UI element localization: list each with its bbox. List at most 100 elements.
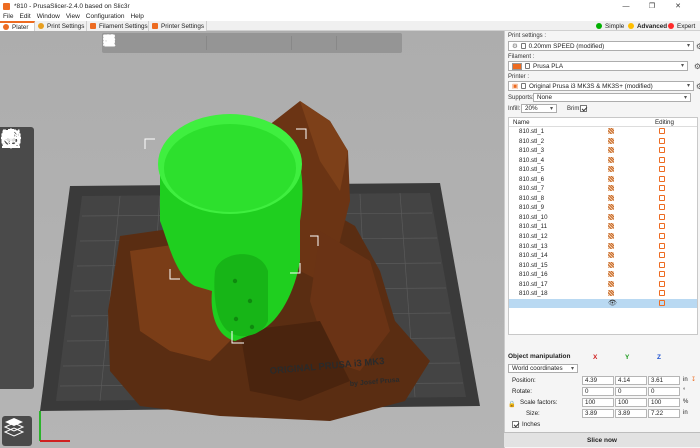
add-instance-icon[interactable] [103, 34, 227, 51]
edit-icon[interactable] [659, 233, 665, 240]
place-on-face-icon[interactable] [2, 130, 31, 254]
custom-settings-icon[interactable] [608, 261, 614, 268]
edit-icon[interactable] [659, 166, 665, 173]
scale-x-field[interactable]: 100 [582, 398, 614, 407]
copy-icon[interactable] [103, 34, 202, 51]
eye-icon[interactable]: 👁 [608, 299, 617, 307]
list-item[interactable]: 810.stl_14 [509, 251, 697, 261]
mode-advanced[interactable]: Advanced [628, 22, 667, 30]
custom-settings-icon[interactable] [608, 242, 614, 249]
size-x-field[interactable]: 3.89 [582, 409, 614, 418]
custom-settings-icon[interactable] [608, 175, 614, 182]
list-item[interactable]: 810.stl_18 [509, 289, 697, 299]
rotate-y-field[interactable]: 0 [615, 387, 647, 396]
lock-scale-icon[interactable]: 🔒 [508, 400, 516, 408]
printer-combo[interactable]: ▣ Original Prusa i3 MK3S & MK3S+ (modifi… [508, 81, 700, 91]
rotate-z-field[interactable]: 0 [648, 387, 680, 396]
edit-icon[interactable] [659, 137, 665, 144]
position-z-field[interactable]: 3.61 [648, 376, 680, 385]
size-z-field[interactable]: 7.22 [648, 409, 680, 418]
custom-settings-icon[interactable] [608, 185, 614, 192]
menu-view[interactable]: View [66, 13, 80, 20]
menu-configuration[interactable]: Configuration [86, 13, 125, 20]
list-item[interactable]: 810.stl_2 [509, 137, 697, 147]
minimize-button[interactable]: — [614, 0, 638, 12]
custom-settings-icon[interactable] [608, 194, 614, 201]
layer-editing-icon[interactable] [103, 35, 332, 51]
rotate-icon[interactable] [2, 129, 31, 222]
list-item[interactable]: 810.stl_3 [509, 146, 697, 156]
custom-settings-icon[interactable] [608, 233, 614, 240]
cut-icon[interactable] [1, 130, 31, 286]
settings-gear-icon[interactable]: ⚙ [694, 62, 700, 71]
custom-settings-icon[interactable] [608, 128, 614, 134]
edit-icon[interactable] [659, 128, 665, 134]
custom-settings-icon[interactable] [608, 290, 614, 297]
3d-viewport[interactable]: ORIGINAL PRUSA i3 MK3 by Josef Prusa [0, 31, 504, 448]
drop-to-bed-icon[interactable]: ↧ [691, 376, 696, 383]
edit-icon[interactable] [659, 185, 665, 192]
menu-window[interactable]: Window [37, 13, 60, 20]
settings-gear-icon[interactable]: ⚙ [696, 42, 700, 51]
menu-file[interactable]: File [3, 13, 13, 20]
list-item[interactable]: 810.stl_5 [509, 165, 697, 175]
redo-icon[interactable] [104, 35, 377, 51]
edit-icon[interactable] [659, 280, 665, 287]
list-item[interactable]: 810.stl_16 [509, 270, 697, 280]
settings-gear-icon[interactable]: ⚙ [696, 82, 700, 91]
custom-settings-icon[interactable] [608, 271, 614, 278]
edit-icon[interactable] [659, 223, 665, 230]
search-icon[interactable] [103, 34, 312, 51]
maximize-button[interactable]: ❐ [640, 0, 664, 12]
rotate-x-field[interactable]: 0 [582, 387, 614, 396]
custom-settings-icon[interactable] [608, 147, 614, 154]
delete-all-icon[interactable] [104, 35, 162, 51]
edit-icon[interactable] [659, 299, 665, 306]
edit-icon[interactable] [659, 290, 665, 297]
scale-icon[interactable] [2, 129, 31, 190]
tab-filament-settings[interactable]: Filament Settings [87, 21, 149, 31]
custom-settings-icon[interactable] [608, 137, 614, 144]
custom-settings-icon[interactable] [608, 166, 614, 173]
edit-icon[interactable] [659, 252, 665, 259]
coordinate-system-combo[interactable]: World coordinates ▾ [508, 364, 578, 373]
split-objects-icon[interactable] [103, 35, 267, 51]
custom-settings-icon[interactable] [608, 204, 614, 211]
scale-y-field[interactable]: 100 [615, 398, 647, 407]
menu-edit[interactable]: Edit [19, 13, 30, 20]
infill-combo[interactable]: 20% ▾ [521, 104, 557, 113]
delete-icon[interactable] [103, 34, 142, 51]
list-item[interactable]: 810.stl_1 [509, 127, 697, 137]
list-item[interactable]: 810.stl_6 [509, 175, 697, 185]
remove-instance-icon[interactable] [103, 34, 247, 51]
edit-icon[interactable] [659, 156, 665, 163]
edit-icon[interactable] [659, 261, 665, 268]
custom-settings-icon[interactable] [608, 156, 614, 163]
custom-settings-icon[interactable] [608, 252, 614, 259]
close-button[interactable]: ✕ [666, 0, 690, 12]
supports-combo[interactable]: None ▾ [533, 93, 691, 102]
arrange-icon[interactable] [103, 34, 182, 51]
list-item[interactable]: 810.stl_8 [509, 194, 697, 204]
tab-printer-settings[interactable]: Printer Settings [149, 21, 207, 31]
custom-settings-icon[interactable] [608, 223, 614, 230]
edit-icon[interactable] [659, 147, 665, 154]
edit-icon[interactable] [659, 204, 665, 211]
list-item[interactable]: 810.stl_4 [509, 156, 697, 166]
hollow-icon[interactable] [0, 128, 31, 350]
edit-icon[interactable] [659, 194, 665, 201]
tab-plater[interactable]: Plater [0, 21, 35, 31]
position-y-field[interactable]: 4.14 [615, 376, 647, 385]
edit-icon[interactable] [659, 242, 665, 249]
mode-expert[interactable]: Expert [668, 22, 695, 30]
list-item[interactable]: 810.stl_15 [509, 261, 697, 271]
custom-settings-icon[interactable] [608, 213, 614, 220]
list-item[interactable]: 810.stl_12 [509, 232, 697, 242]
list-item[interactable]: 810.stl_9 [509, 203, 697, 213]
list-item[interactable]: 810.stl_10 [509, 213, 697, 223]
mode-simple[interactable]: Simple [596, 22, 624, 30]
inches-checkbox[interactable] [512, 421, 519, 428]
undo-icon[interactable] [103, 35, 357, 51]
size-y-field[interactable]: 3.89 [615, 409, 647, 418]
list-item-selected[interactable]: 👁 [509, 298, 697, 309]
